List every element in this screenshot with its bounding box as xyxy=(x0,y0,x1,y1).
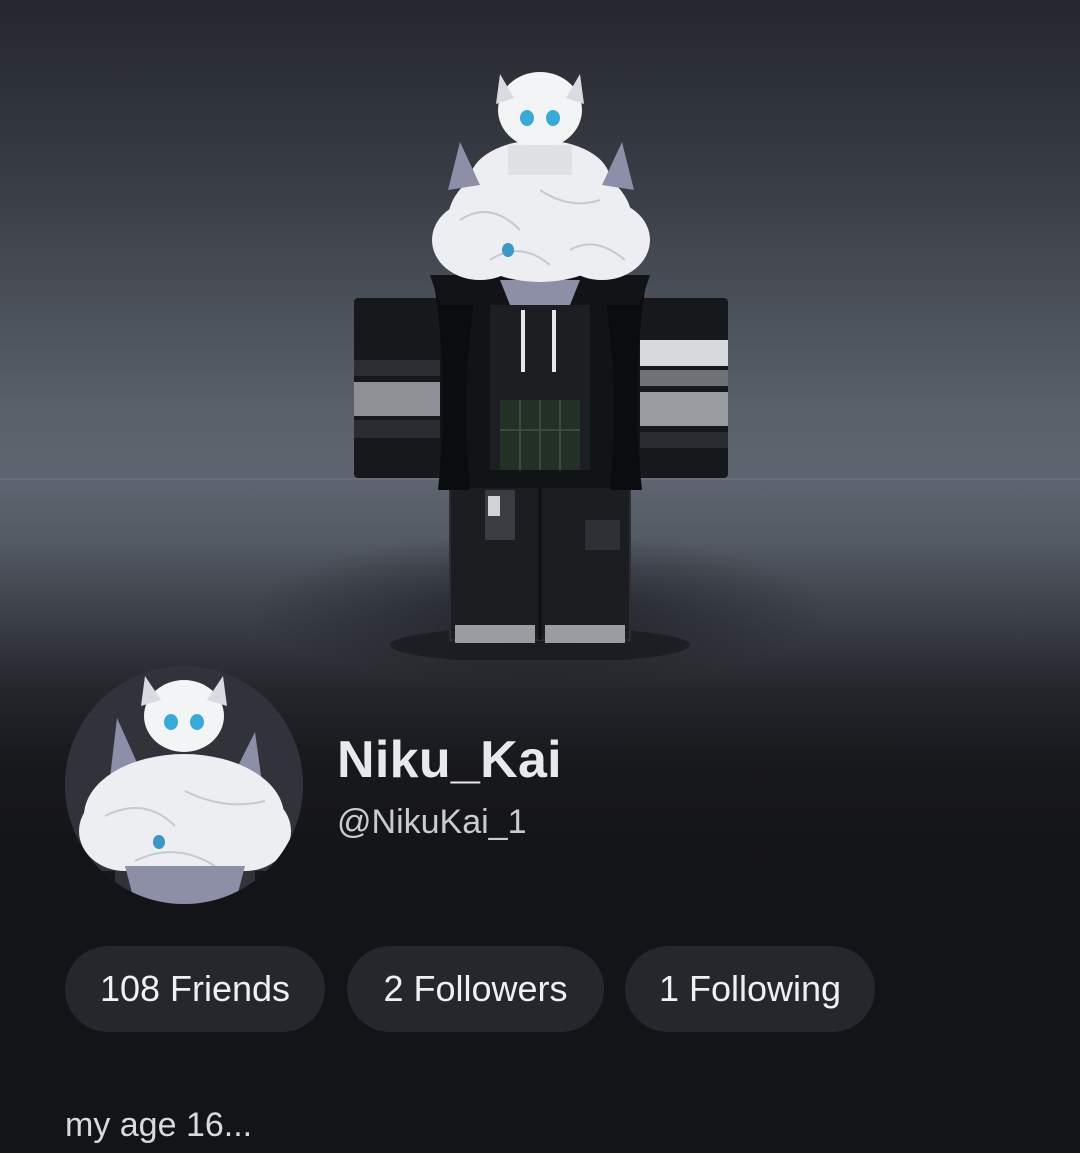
followers-button[interactable]: 2 Followers xyxy=(347,946,604,1032)
profile-page: Niku_Kai @NikuKai_1 108 Friends 2 Follow… xyxy=(0,0,1080,1153)
headshot-image xyxy=(65,666,303,904)
avatar-headshot[interactable] xyxy=(65,666,303,904)
following-button[interactable]: 1 Following xyxy=(625,946,875,1032)
avatar-figure xyxy=(354,72,728,660)
friends-button[interactable]: 108 Friends xyxy=(65,946,325,1032)
profile-bio: my age 16... xyxy=(65,1106,253,1144)
avatar-3d-render[interactable] xyxy=(340,60,740,660)
username: @NikuKai_1 xyxy=(337,803,527,841)
display-name: Niku_Kai xyxy=(337,731,562,789)
